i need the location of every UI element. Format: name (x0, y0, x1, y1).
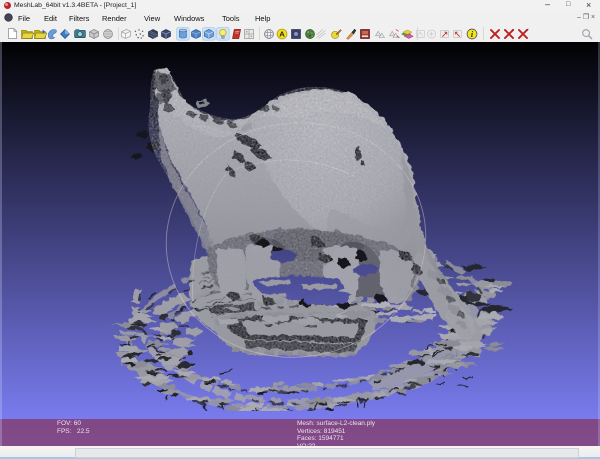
svg-text:A: A (279, 30, 285, 39)
